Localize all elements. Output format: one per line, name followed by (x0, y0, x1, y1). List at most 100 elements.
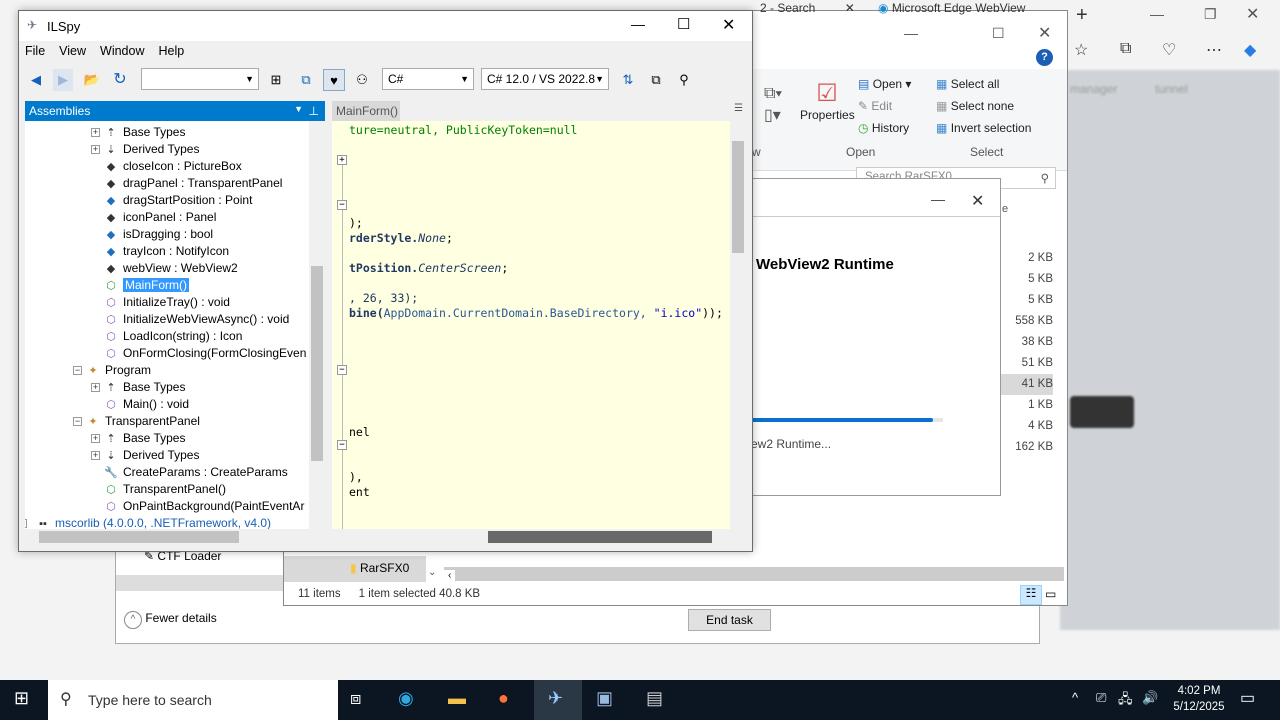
open-button[interactable]: ▤ Open ▾ (858, 77, 911, 91)
collapse-icon[interactable]: − (337, 440, 347, 450)
copy-icon[interactable]: ⧉▾ (764, 85, 782, 103)
health-icon[interactable]: ♡ (1162, 40, 1176, 60)
minimize-icon[interactable]: — (1150, 6, 1164, 22)
browser-tab-webview[interactable]: ◉ Microsoft Edge WebView (874, 0, 1064, 17)
expand-icon[interactable]: + (25, 519, 27, 528)
tab-mainform[interactable]: MainForm() (332, 101, 400, 121)
chevron-down-icon[interactable]: ▼ (294, 104, 303, 114)
invert-selection-button[interactable]: ▦ Invert selection (936, 121, 1031, 135)
menu-file[interactable]: File (25, 44, 45, 58)
code-vertical-scrollbar[interactable] (730, 121, 746, 529)
tree-vertical-scrollbar[interactable] (309, 121, 325, 529)
tree-horizontal-scrollbar[interactable] (25, 529, 309, 545)
expand-icon[interactable]: + (91, 451, 100, 460)
tree-item[interactable]: ✦ TransparentPanel (85, 413, 200, 430)
minimize-icon[interactable]: — (931, 191, 945, 207)
scroll-left-icon[interactable]: ‹ (444, 570, 456, 581)
tree-item[interactable]: ⇣ Derived Types (103, 447, 199, 464)
tree-item[interactable]: ◆ dragPanel : TransparentPanel (103, 175, 283, 192)
expand-icon[interactable]: + (91, 145, 100, 154)
tree-item[interactable]: ◆ isDragging : bool (103, 226, 213, 243)
file-size[interactable]: 51 KB (993, 353, 1053, 374)
tree-item[interactable]: ⬡ Main() : void (103, 396, 189, 413)
new-item-icon[interactable]: ▯▾ (764, 105, 781, 125)
tree-item[interactable]: ⇡ Base Types (103, 430, 185, 447)
favorites-icon[interactable]: ☆ (1074, 40, 1088, 60)
file-size[interactable]: 162 KB (993, 437, 1053, 458)
chevron-down-icon[interactable]: ⌄ (428, 567, 436, 578)
tab-list-icon[interactable]: ☰ (734, 103, 743, 114)
close-icon[interactable]: ✕ (1246, 4, 1259, 24)
scroll-thumb[interactable] (732, 141, 744, 253)
refresh-icon[interactable]: ↻ (111, 69, 129, 91)
firefox-icon[interactable]: ● (498, 688, 509, 709)
more-icon[interactable]: ⋯ (1206, 40, 1222, 60)
ilspy-taskbar-button[interactable]: ✈ (534, 680, 582, 720)
file-size[interactable]: 5 KB (993, 290, 1053, 311)
minimize-icon[interactable]: — (904, 25, 918, 41)
network-icon[interactable]: 🖧 (1118, 690, 1133, 712)
minimize-icon[interactable]: — (631, 16, 645, 32)
end-task-button[interactable]: End task (688, 609, 771, 631)
tree-item[interactable]: ▪▪ mscorlib (4.0.0.0, .NETFramework, v4.0… (35, 515, 271, 529)
menu-help[interactable]: Help (159, 44, 185, 58)
tree-item[interactable]: ◆ webView : WebView2 (103, 260, 238, 277)
back-icon[interactable]: ◀ (27, 69, 45, 91)
close-icon[interactable]: ✕ (971, 191, 984, 211)
file-explorer-icon[interactable]: ▬ (448, 688, 466, 709)
collapse-icon[interactable]: − (73, 417, 82, 426)
file-size[interactable]: 558 KB (993, 311, 1053, 332)
close-icon[interactable]: ✕ (845, 1, 855, 15)
tree-item[interactable]: 🔧 CreateParams : CreateParams (103, 464, 288, 481)
copilot-icon[interactable]: ◆ (1244, 40, 1256, 60)
nav-item-rarsfx0[interactable]: ▮ RarSFX0 (284, 556, 426, 582)
menu-view[interactable]: View (59, 44, 86, 58)
tree-item[interactable]: ⬡ OnPaintBackground(PaintEventAr (103, 498, 304, 515)
tree-item[interactable]: ⬡ MainForm() (103, 277, 189, 294)
maximize-icon[interactable]: ☐ (992, 25, 1005, 42)
size-column-header[interactable]: e (1002, 203, 1008, 215)
notifications-icon[interactable]: ▭ (1240, 688, 1255, 708)
collapse-icon[interactable]: − (337, 365, 347, 375)
scroll-thumb[interactable] (488, 531, 712, 543)
show-all-icon[interactable]: ⚇ (353, 69, 371, 91)
task-manager-icon[interactable]: ▤ (646, 688, 663, 709)
language-version-combo[interactable]: C# 12.0 / VS 2022.8 ▼ (481, 68, 609, 90)
code-horizontal-scrollbar[interactable] (332, 529, 730, 545)
collapse-icon[interactable]: − (337, 200, 347, 210)
file-size[interactable]: 4 KB (993, 416, 1053, 437)
windows-start-icon[interactable]: ⊞ (14, 688, 29, 709)
chevron-up-icon[interactable]: ^ (1072, 690, 1078, 705)
tree-item[interactable]: ◆ closeIcon : PictureBox (103, 158, 242, 175)
assembly-list-combo[interactable]: ▼ (141, 68, 259, 90)
new-tab-button[interactable]: + (1076, 4, 1088, 27)
show-private-icon[interactable]: ♥ (323, 69, 345, 91)
tree-item[interactable]: ⇣ Derived Types (103, 141, 199, 158)
volume-icon[interactable]: 🔊 (1142, 690, 1158, 706)
file-size[interactable]: 38 KB (993, 332, 1053, 353)
tree-item[interactable]: ◆ trayIcon : NotifyIcon (103, 243, 229, 260)
fewer-details-button[interactable]: ^ Fewer details (124, 611, 217, 629)
pin-icon[interactable]: ⊥ (309, 104, 319, 118)
horizontal-scrollbar[interactable]: ‹ (444, 567, 1064, 581)
taskbar-search-box[interactable]: ⚲ Type here to search (48, 680, 338, 720)
restore-icon[interactable]: ❐ (1204, 6, 1217, 23)
clock[interactable]: 4:02 PM 5/12/2025 (1168, 683, 1230, 715)
search-icon[interactable]: ⚲ (675, 69, 693, 91)
tree-item[interactable]: ⬡ InitializeTray() : void (103, 294, 230, 311)
tree-item[interactable]: ✦ Program (85, 362, 151, 379)
browser-tab-search[interactable]: 2 - Search ✕ (756, 0, 870, 17)
horizontal-scrollbar[interactable] (116, 575, 286, 591)
tree-item[interactable]: ◆ dragStartPosition : Point (103, 192, 253, 209)
collections-icon[interactable]: ⧉ (1120, 40, 1131, 58)
file-size[interactable]: 5 KB (993, 269, 1053, 290)
file-size[interactable]: 1 KB (993, 395, 1053, 416)
scroll-thumb[interactable] (39, 531, 239, 543)
language-combo[interactable]: C# ▼ (382, 68, 474, 90)
meet-icon[interactable]: ⎚ (1096, 690, 1106, 706)
tree-item[interactable]: ⬡ TransparentPanel() (103, 481, 226, 498)
file-size[interactable]: 2 KB (993, 248, 1053, 269)
code-view[interactable]: ture=neutral, PublicKeyToken=null + − );… (332, 121, 730, 529)
expand-icon[interactable]: + (91, 434, 100, 443)
add-assembly-icon[interactable]: ⊞ (267, 69, 285, 91)
